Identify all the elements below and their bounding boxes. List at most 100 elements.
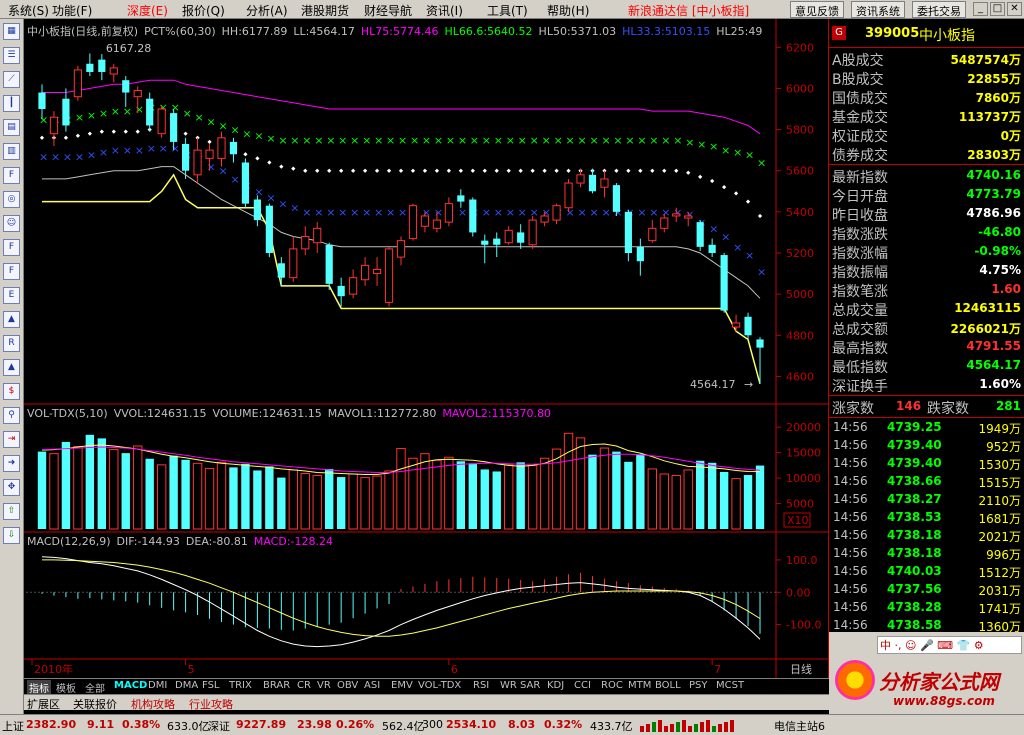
candle-body: [325, 244, 333, 284]
indicator-tab-kdj[interactable]: KDJ: [547, 680, 564, 691]
indicator-tab-macd[interactable]: MACD: [114, 680, 147, 691]
volume-bar: [492, 471, 501, 529]
quote-value: 113737万: [958, 110, 1021, 124]
chart-icon[interactable]: ▲: [3, 311, 20, 328]
menu-item-1[interactable]: 功能(F): [52, 2, 92, 19]
toolbar-button-1[interactable]: 资讯系统: [851, 1, 905, 18]
maximize-icon[interactable]: □: [990, 2, 1005, 16]
series-marker: ×: [39, 113, 48, 126]
toolbar-button-0[interactable]: 意见反馈: [790, 1, 844, 18]
menu-item-3[interactable]: 报价(Q): [182, 2, 225, 19]
legend-item: MACD:-128.24: [253, 535, 333, 548]
indicator-tab-wr[interactable]: WR: [500, 680, 517, 691]
menu-item-7[interactable]: 资讯(I): [426, 2, 463, 19]
indicator-tab-mtm[interactable]: MTM: [628, 680, 651, 691]
series-marker: ×: [362, 134, 371, 147]
volume-bar: [456, 461, 466, 529]
exit-icon[interactable]: ⇥: [3, 431, 20, 448]
indicator-tab-sar[interactable]: SAR: [520, 680, 540, 691]
indicator-tab-brar[interactable]: BRAR: [263, 680, 290, 691]
etf-icon[interactable]: E: [3, 287, 20, 304]
candle-body: [720, 255, 728, 311]
series-marker: ×: [530, 206, 539, 219]
series-marker: ×: [470, 134, 479, 147]
indicator-tab-emv[interactable]: EMV: [391, 680, 413, 691]
list-icon[interactable]: ☰: [3, 47, 20, 64]
indicator-tab-vr[interactable]: VR: [317, 680, 331, 691]
bottom-tab-2[interactable]: 机构攻略: [131, 696, 175, 712]
indicator-tab-vol-tdx[interactable]: VOL-TDX: [418, 680, 461, 691]
series-marker: ×: [314, 134, 323, 147]
indicator-tab-roc[interactable]: ROC: [601, 680, 623, 691]
line-chart-icon[interactable]: ⟋: [3, 71, 20, 88]
low-arrow-icon: →: [744, 378, 753, 391]
tick-row: 14:56 4739.40 952万: [829, 437, 1024, 455]
ime-toolbar[interactable]: 中 ·, ☺ 🎤 ⌨ 👕 ⚙: [877, 636, 1022, 654]
indicator-tab-dma[interactable]: DMA: [175, 680, 198, 691]
tick-row: 14:56 4738.18 996万: [829, 545, 1024, 563]
table-icon[interactable]: ▤: [3, 119, 20, 136]
series-marker: ×: [398, 206, 407, 219]
candle-body: [660, 217, 669, 229]
indicator-tab-mcst[interactable]: MCST: [716, 680, 744, 691]
menu-item-9[interactable]: 帮助(H): [547, 2, 589, 19]
report-icon[interactable]: ▥: [3, 143, 20, 160]
menu-item-4[interactable]: 分析(A): [246, 2, 288, 19]
chart-icon[interactable]: ▲: [3, 359, 20, 376]
indicator-tab-fsl[interactable]: FSL: [202, 680, 220, 691]
tick-time: 14:56: [833, 600, 868, 614]
kline-chart[interactable]: 620060005800560054005200500048004600× × × ×…: [24, 19, 829, 678]
menu-item-5[interactable]: 港股期货: [301, 2, 349, 19]
grid-icon[interactable]: ▦: [3, 23, 20, 40]
candle-body: [349, 277, 358, 295]
user-icon[interactable]: ☺: [3, 215, 20, 232]
bottom-tab-3[interactable]: 行业攻略: [189, 696, 233, 712]
close-icon[interactable]: ✕: [1007, 2, 1022, 16]
volume-bar: [743, 475, 753, 529]
candle-body: [241, 162, 250, 204]
candle-icon[interactable]: ┃: [3, 95, 20, 112]
quote-value: 5487574万: [950, 53, 1021, 67]
f10-icon[interactable]: F: [3, 239, 20, 256]
move-icon[interactable]: ✥: [3, 479, 20, 496]
arrow-icon[interactable]: ➜: [3, 455, 20, 472]
tick-time: 14:56: [833, 456, 868, 470]
toolbar-button-2[interactable]: 委托交易: [912, 1, 966, 18]
indicator-tab-rsi[interactable]: RSI: [473, 680, 489, 691]
quote-label: 基金成交: [832, 110, 888, 126]
menu-item-0[interactable]: 系统(S): [8, 2, 49, 19]
bottom-tab-0[interactable]: 扩展区: [27, 696, 60, 712]
menu-item-6[interactable]: 财经导航: [364, 2, 412, 19]
volume-legend: VOL-TDX(5,10) VVOL:124631.15 VOLUME:124631…: [27, 407, 557, 420]
series-marker: ×: [578, 206, 587, 219]
f10-icon[interactable]: F: [3, 263, 20, 280]
coin-icon[interactable]: ◎: [3, 191, 20, 208]
up-icon[interactable]: ⇧: [3, 503, 20, 520]
server-name[interactable]: 电信主站6: [774, 718, 825, 734]
indicator-tab-asi[interactable]: ASI: [364, 680, 380, 691]
dollar-icon[interactable]: $: [3, 383, 20, 400]
menu-item-8[interactable]: 工具(T): [487, 2, 528, 19]
menu-item-2[interactable]: 深度(E): [127, 2, 168, 19]
down-icon[interactable]: ⇩: [3, 527, 20, 544]
indicator-tab-指标[interactable]: 指标: [27, 680, 51, 695]
indicator-tab-boll[interactable]: BOLL: [655, 680, 681, 691]
indicator-tab-dmi[interactable]: DMI: [148, 680, 167, 691]
minimize-icon[interactable]: _: [973, 2, 988, 16]
indicator-tab-cr[interactable]: CR: [297, 680, 311, 691]
indicator-tab-模板[interactable]: 模板: [56, 680, 76, 695]
indicator-tab-trix[interactable]: TRIX: [229, 680, 252, 691]
link-icon[interactable]: ⚲: [3, 407, 20, 424]
tick-volume: 2031万: [978, 584, 1021, 598]
bottom-tab-1[interactable]: 关联报价: [73, 696, 117, 712]
y-tick-label: 20000: [786, 421, 821, 434]
indicator-tab-psy[interactable]: PSY: [689, 680, 708, 691]
series-marker: ×: [649, 134, 658, 147]
tick-price: 4739.40: [887, 438, 942, 452]
indicator-tab-cci[interactable]: CCI: [574, 680, 591, 691]
candle-body: [372, 268, 382, 275]
indicator-tab-obv[interactable]: OBV: [337, 680, 358, 691]
rsi-icon[interactable]: R: [3, 335, 20, 352]
indicator-tab-全部[interactable]: 全部: [85, 680, 105, 695]
f10-icon[interactable]: F: [3, 167, 20, 184]
